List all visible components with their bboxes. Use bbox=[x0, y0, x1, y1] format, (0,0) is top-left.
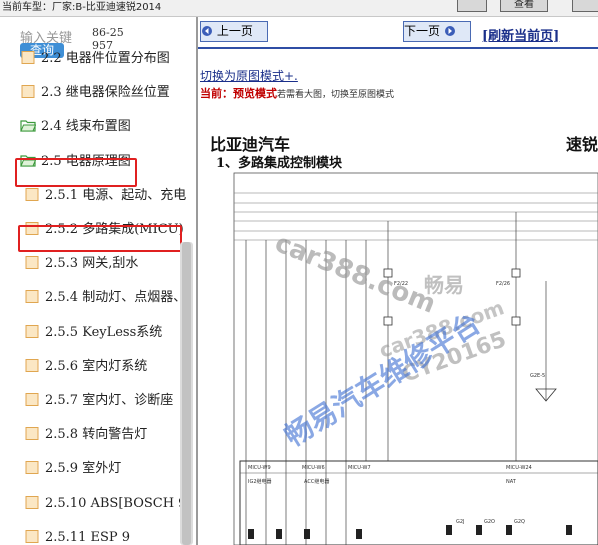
tree-item[interactable]: 2.5.9 室外灯 bbox=[24, 459, 121, 479]
mode-status-value: 预览模式 bbox=[233, 87, 277, 100]
folder-open-icon bbox=[20, 120, 36, 132]
tree-item-label: 2.5.3 网关,刮水 bbox=[45, 256, 139, 271]
label-acc: ACC继电器 bbox=[304, 478, 329, 485]
document-icon bbox=[25, 496, 39, 509]
tree-item[interactable]: 2.2 电器件位置分布图 bbox=[20, 49, 170, 69]
document-icon bbox=[25, 530, 39, 543]
tree-item[interactable]: 2.5.3 网关,刮水 bbox=[24, 254, 138, 274]
document-icon bbox=[25, 461, 39, 474]
main-panel: 上一页 下一页 [刷新当前页] 切换为原图模式+. 当前：预览模式若需看大图，切… bbox=[198, 17, 598, 545]
tree-item[interactable]: 2.3 继电器保险丝位置 bbox=[20, 83, 170, 103]
toolbar-button-left[interactable] bbox=[457, 0, 487, 12]
document-icon bbox=[25, 188, 39, 201]
mode-status: 当前：预览模式若需看大图，切换至原图模式 bbox=[200, 85, 394, 101]
document-icon bbox=[21, 51, 35, 64]
tree-item[interactable]: 2.5.6 室内灯系统 bbox=[24, 357, 147, 377]
tree-item-label: 2.5.1 电源、起动、充电 bbox=[45, 188, 187, 203]
highlight-box-2-5 bbox=[15, 158, 137, 187]
tree-item-label: 2.5.6 室内灯系统 bbox=[45, 359, 148, 374]
tree-item-label: 2.5.8 转向警告灯 bbox=[45, 427, 148, 442]
tree-item[interactable]: 2.5.11 ESP 9 bbox=[24, 528, 130, 545]
scrollbar-thumb[interactable] bbox=[182, 242, 191, 545]
mode-status-label: 当前： bbox=[200, 87, 233, 100]
refresh-page-link[interactable]: [刷新当前页] bbox=[482, 25, 559, 44]
label-g2j: G2J bbox=[456, 519, 465, 525]
label-g2o: G2O bbox=[484, 519, 495, 525]
label-f2-26: F2/26 bbox=[496, 281, 510, 287]
label-ig2: IG2继电器 bbox=[248, 478, 272, 485]
label-micu-w24: MICU-W24 bbox=[506, 465, 532, 471]
label-f2-22: F2/22 bbox=[394, 281, 408, 287]
tree-item[interactable]: 2.5.4 制动灯、点烟器、 bbox=[24, 288, 186, 308]
switch-mode-link[interactable]: 切换为原图模式+. bbox=[200, 67, 298, 84]
document-icon bbox=[25, 427, 39, 440]
tree-item-label: 2.2 电器件位置分布图 bbox=[41, 51, 170, 66]
tree-item-label: 2.5.10 ABS[BOSCH 9] bbox=[45, 496, 192, 511]
tree-item-label: 2.3 继电器保险丝位置 bbox=[41, 85, 170, 100]
top-bar: 当前车型：厂家:B-比亚迪速锐2014 查看 bbox=[0, 0, 598, 17]
highlight-box-2-5-2 bbox=[18, 225, 182, 252]
document-icon bbox=[25, 290, 39, 303]
label-g2q: G2Q bbox=[514, 519, 525, 525]
toolbar-button-right[interactable] bbox=[572, 0, 598, 12]
label-micu-w7: MICU-W7 bbox=[348, 465, 371, 471]
sidebar-scrollbar[interactable] bbox=[180, 242, 193, 545]
arrow-left-icon bbox=[202, 26, 212, 36]
wiring-diagram: 比亚迪汽车 速锐 1、多路集成控制模块 F2/22 F2/26 G2E-5 MI… bbox=[206, 121, 598, 545]
document-icon bbox=[25, 325, 39, 338]
sidebar: 输入关键 查询 86-25957 2.2 电器件位置分布图 2.3 继电器保险丝位… bbox=[0, 17, 198, 545]
tree-item-label: 2.5.11 ESP 9 bbox=[45, 530, 131, 545]
tree-item-label: 2.4 线束布置图 bbox=[41, 119, 131, 134]
next-page-label: 下一页 bbox=[404, 24, 441, 38]
document-icon bbox=[25, 359, 39, 372]
arrow-right-icon bbox=[444, 26, 455, 36]
tree-item-label: 2.5.9 室外灯 bbox=[45, 461, 122, 476]
label-micu-w9: MICU-W9 bbox=[248, 465, 271, 471]
tree-item[interactable]: 2.5.7 室内灯、诊断座 bbox=[24, 391, 173, 411]
tree-item[interactable]: 2.5.5 KeyLess系统 bbox=[24, 323, 162, 343]
label-micu-w6: MICU-W6 bbox=[302, 465, 325, 471]
diagram-drawing: F2/22 F2/26 G2E-5 MICU-W9 MICU-W6 MICU-W… bbox=[233, 172, 598, 545]
view-button[interactable]: 查看 bbox=[500, 0, 548, 12]
prev-page-button[interactable]: 上一页 bbox=[200, 21, 268, 42]
current-car: 当前车型：厂家:B-比亚迪速锐2014 bbox=[2, 2, 162, 13]
nav-divider bbox=[198, 47, 598, 49]
tree-item[interactable]: 2.5.1 电源、起动、充电 bbox=[24, 186, 186, 206]
tree-item-label: 2.5.5 KeyLess系统 bbox=[45, 325, 163, 340]
document-icon bbox=[25, 256, 39, 269]
next-page-button[interactable]: 下一页 bbox=[403, 21, 471, 42]
mode-status-tip: 若需看大图，切换至原图模式 bbox=[277, 90, 395, 100]
tree-item[interactable]: 2.5.10 ABS[BOSCH 9] bbox=[24, 494, 192, 514]
nav-bar: 上一页 下一页 [刷新当前页] bbox=[198, 17, 598, 49]
label-nat: NAT bbox=[506, 479, 517, 485]
document-icon bbox=[25, 393, 39, 406]
tree-item[interactable]: 2.5.8 转向警告灯 bbox=[24, 425, 147, 445]
label-g2e5: G2E-5 bbox=[530, 373, 545, 379]
prev-page-label: 上一页 bbox=[216, 24, 253, 38]
tree-item-label: 2.5.7 室内灯、诊断座 bbox=[45, 393, 174, 408]
tree-item-label: 2.5.4 制动灯、点烟器、 bbox=[45, 290, 187, 305]
tree-item[interactable]: 2.4 线束布置图 bbox=[20, 117, 131, 137]
document-icon bbox=[21, 85, 35, 98]
